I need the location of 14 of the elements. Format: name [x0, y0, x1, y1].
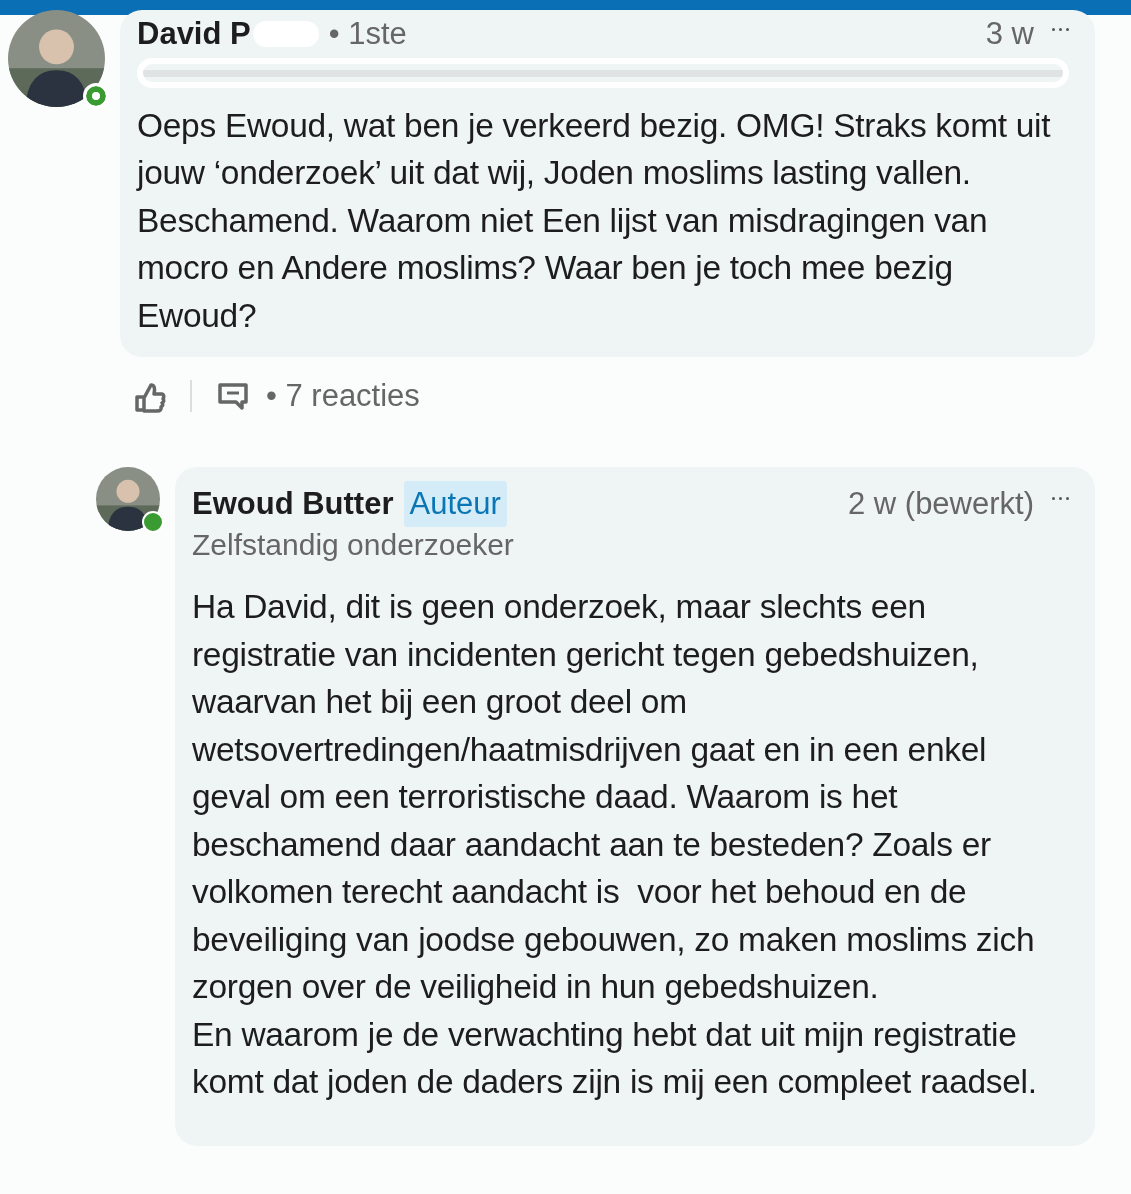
- author-headline: Zelfstandig onderzoeker: [192, 527, 515, 563]
- comment-time: 3 w: [985, 15, 1034, 53]
- author-name[interactable]: David P: [137, 11, 251, 58]
- comment-time: 2 w (bewerkt): [847, 484, 1034, 523]
- comment-text: En waarom je de verwachting hebt dat uit mijn registratie komt dat joden de daders zijn is mij een compleet raadsel.: [192, 1014, 1038, 1102]
- author-tag: Auteur: [403, 480, 507, 527]
- comment-text: Ha David, dit is geen onderzoek, maar slechts een registratie van incidenten gericht tegen gebedshuizen, waarvan het bij een groot deel om wetsovertredingen/haatmisdrijven gaat en in een enkel geval om een terroristische daad. Waarom is het beschamend daar aandacht aan te besteden? Zoals er volkomen terecht aandacht is voor het behoud en de beveiliging van joodse gebouwen, zo maken moslims zich zorgen over de veiligheid in hun gebedshuizen.: [192, 587, 1036, 1007]
- comment-icon[interactable]: [218, 381, 248, 412]
- comment-text: Oeps Ewoud, wat ben je verkeerd bezig. OMG! Straks komt uit jouw ‘onderzoek’ uit dat wij, Joden moslims lasting vallen. Beschamend. Waarom niet Een lijst van misdragingen van mocro en Andere moslims? Waar ben je toch mee bezig Ewoud?: [137, 105, 1052, 336]
- reaction-count[interactable]: • 7 reacties: [266, 373, 420, 420]
- more-icon[interactable]: [1052, 27, 1069, 31]
- more-icon[interactable]: [1052, 497, 1069, 501]
- connection-degree: • 1ste: [328, 15, 407, 53]
- author-name[interactable]: Ewoud Butter: [192, 480, 394, 527]
